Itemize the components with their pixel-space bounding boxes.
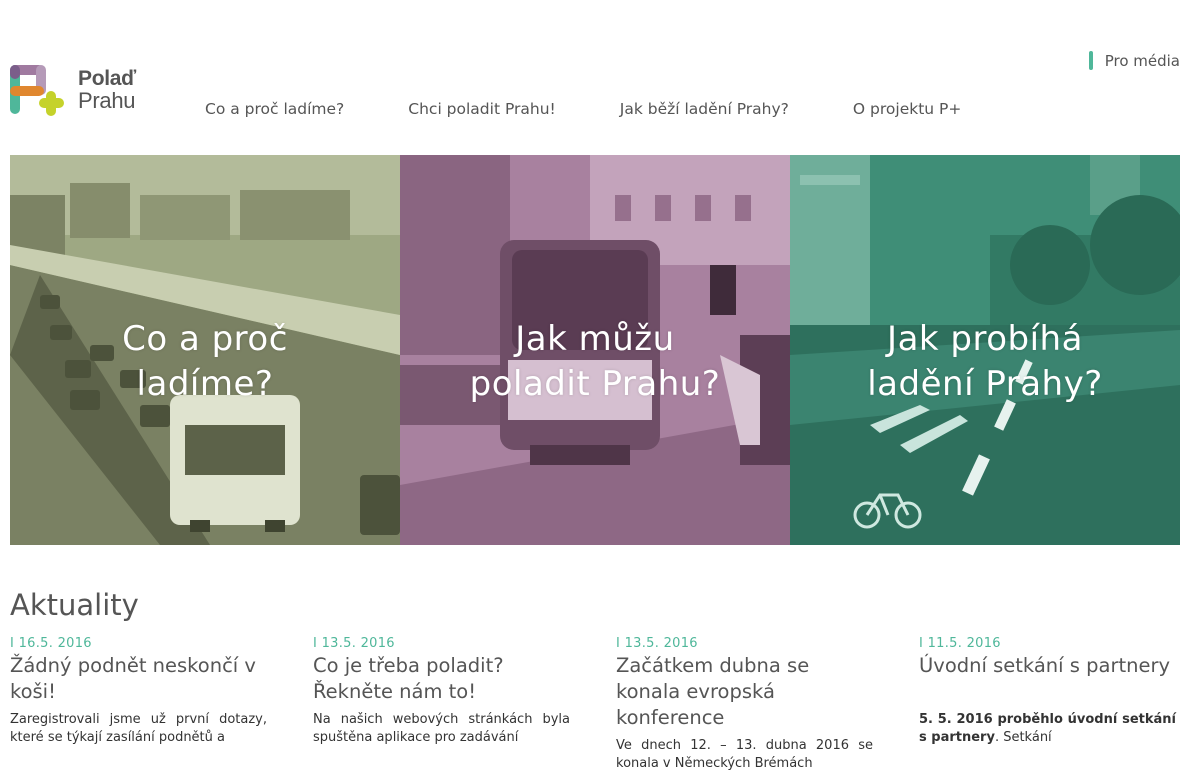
- news-excerpt: Zaregistrovali jsme už první dotazy, kte…: [10, 712, 267, 745]
- news-card[interactable]: I 11.5. 2016 Úvodní setkání s partnery 5…: [919, 636, 1176, 773]
- news-excerpt: Ve dnech 12. – 13. dubna 2016 se konala …: [616, 738, 873, 771]
- news-section-title: Aktuality: [10, 588, 139, 622]
- news-date: I 13.5. 2016: [616, 636, 698, 651]
- media-link[interactable]: Pro média: [1088, 51, 1180, 70]
- hero-banner: Co a proč ladíme? Jak můžu poladit Prahu…: [10, 155, 1180, 545]
- media-link-label: Pro média: [1104, 51, 1180, 70]
- news-headline[interactable]: Začátkem dubna se konala evropská konfer…: [616, 653, 873, 731]
- hero-panel-progress[interactable]: Jak probíhá ladění Prahy?: [790, 155, 1180, 545]
- news-excerpt: 5. 5. 2016 proběhlo úvodní setkání s par…: [919, 711, 1176, 747]
- news-date: I 13.5. 2016: [313, 636, 395, 651]
- nav-item-tune-prague[interactable]: Chci poladit Prahu!: [408, 100, 556, 118]
- hero-caption-line-2: ladění Prahy?: [867, 364, 1103, 404]
- news-card[interactable]: I 13.5. 2016 Začátkem dubna se konala ev…: [616, 636, 873, 773]
- hero-caption-line-2: poladit Prahu?: [469, 364, 721, 404]
- nav-item-about[interactable]: O projektu P+: [853, 100, 961, 118]
- logo-text: Polaď Prahu: [78, 68, 136, 112]
- news-card[interactable]: I 16.5. 2016 Žádný podnět neskončí v koš…: [10, 636, 267, 773]
- hero-caption-line-1: Jak můžu: [515, 319, 675, 359]
- hero-caption: Co a proč ladíme?: [10, 317, 400, 407]
- hero-caption-line-1: Co a proč: [122, 319, 288, 359]
- news-date: I 11.5. 2016: [919, 636, 1001, 651]
- news-card[interactable]: I 13.5. 2016 Co je třeba poladit? Řeknět…: [313, 636, 570, 773]
- news-date: I 16.5. 2016: [10, 636, 92, 651]
- site-logo[interactable]: Polaď Prahu: [10, 64, 160, 120]
- news-headline[interactable]: Žádný podnět neskončí v koši!: [10, 653, 267, 705]
- logo-mark-icon: [10, 65, 64, 116]
- news-list: I 16.5. 2016 Žádný podnět neskončí v koš…: [10, 636, 1180, 773]
- nav-item-progress[interactable]: Jak běží ladění Prahy?: [620, 100, 789, 118]
- news-excerpt: Na našich webových stránkách byla spuště…: [313, 712, 570, 745]
- hero-caption-line-2: ladíme?: [136, 364, 274, 404]
- news-headline[interactable]: Úvodní setkání s partnery: [919, 653, 1176, 679]
- logo-line-2: Prahu: [78, 88, 136, 113]
- news-headline[interactable]: Co je třeba poladit? Řekněte nám to!: [313, 653, 570, 705]
- hero-caption-line-1: Jak probíhá: [887, 319, 1083, 359]
- media-bar-icon: [1088, 51, 1093, 70]
- hero-caption: Jak probíhá ladění Prahy?: [790, 317, 1180, 407]
- hero-caption: Jak můžu poladit Prahu?: [400, 317, 790, 407]
- hero-panel-why[interactable]: Co a proč ladíme?: [10, 155, 400, 545]
- main-nav: Co a proč ladíme? Chci poladit Prahu! Ja…: [205, 100, 961, 118]
- hero-panel-how-can-i[interactable]: Jak můžu poladit Prahu?: [400, 155, 790, 545]
- nav-item-why[interactable]: Co a proč ladíme?: [205, 100, 344, 118]
- news-excerpt-rest: . Setkání: [994, 730, 1052, 745]
- logo-line-1: Polaď: [78, 67, 136, 90]
